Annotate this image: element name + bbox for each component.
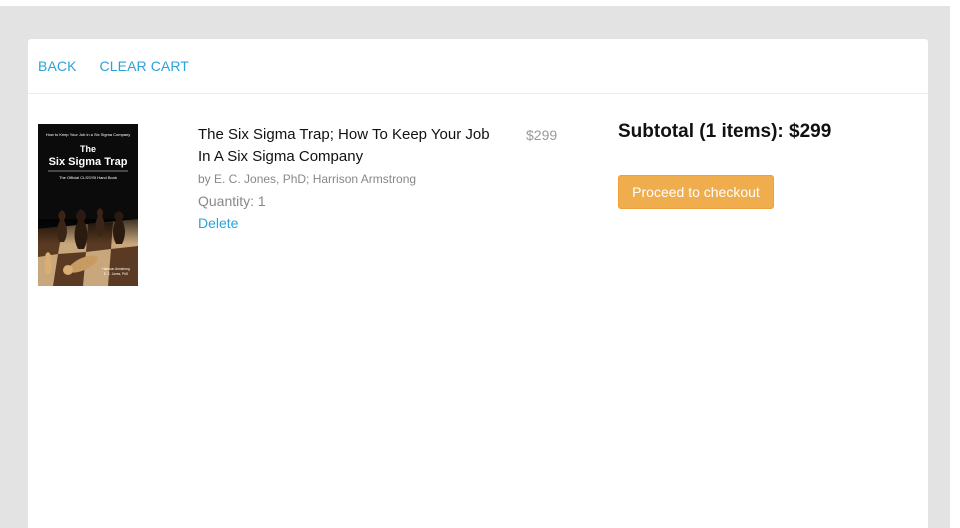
cover-title-line2: Six Sigma Trap — [49, 156, 128, 168]
back-link[interactable]: BACK — [38, 58, 77, 74]
book-cover-image[interactable]: How to Keep Your Job in a Six Sigma Comp… — [38, 124, 138, 286]
cover-subtitle: The Official CLSSYB Hand Book — [59, 175, 117, 180]
item-quantity: Quantity: 1 — [198, 193, 266, 209]
cover-title-line1: The — [80, 144, 96, 154]
cart-subtotal: Subtotal (1 items): $299 — [618, 121, 832, 142]
cart-navbar: BACK CLEAR CART — [28, 39, 928, 94]
cover-authors-line1: Harrison Armstrong — [102, 267, 130, 271]
cart-panel: BACK CLEAR CART How to Keep Your Job in … — [28, 39, 928, 528]
item-authors: by E. C. Jones, PhD; Harrison Armstrong — [198, 172, 417, 186]
proceed-to-checkout-button[interactable]: Proceed to checkout — [618, 175, 774, 209]
cover-tagline: How to Keep Your Job in a Six Sigma Comp… — [46, 132, 131, 137]
cover-authors-line2: E. C. Jones, PhD — [104, 272, 129, 276]
item-title[interactable]: The Six Sigma Trap; How To Keep Your Job… — [198, 124, 498, 168]
delete-item-link[interactable]: Delete — [198, 215, 238, 231]
clear-cart-link[interactable]: CLEAR CART — [100, 58, 189, 74]
item-price: $299 — [526, 127, 558, 143]
